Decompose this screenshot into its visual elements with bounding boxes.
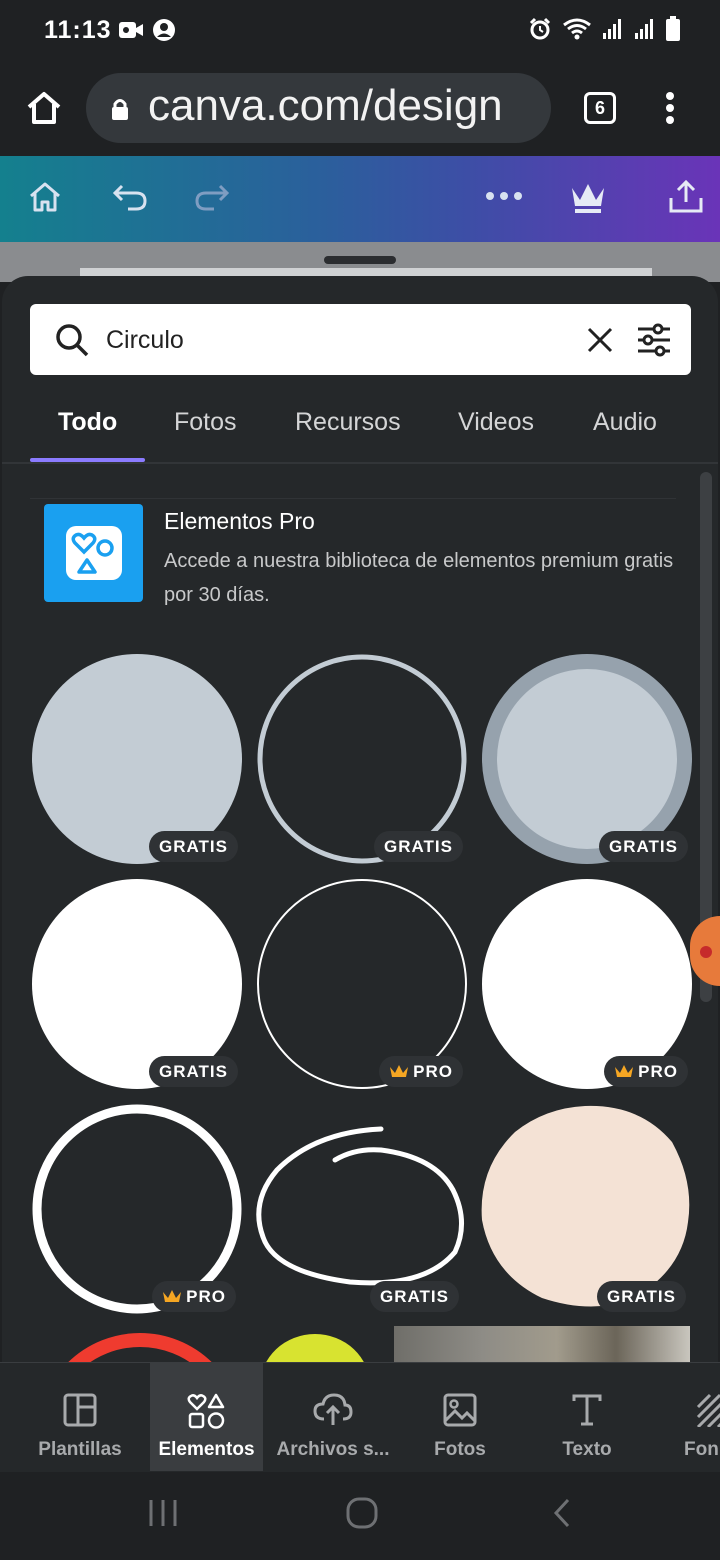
editor-bottom-nav: Plantillas Elementos Archivos s... Fotos…	[0, 1362, 720, 1472]
home-icon	[27, 92, 61, 124]
pro-crown-icon	[390, 1064, 409, 1077]
recent-apps-button[interactable]	[148, 1498, 178, 1533]
element-tile[interactable]: GRATIS	[480, 1102, 694, 1316]
promo-divider	[30, 498, 676, 499]
browser-home-button[interactable]	[22, 86, 66, 130]
video-call-icon	[118, 19, 144, 41]
elements-sheet: Todo Fotos Recursos Videos Audio Element…	[2, 276, 718, 1366]
lock-icon	[112, 99, 128, 120]
system-navigation-bar	[0, 1472, 720, 1560]
free-badge: GRATIS	[149, 831, 238, 862]
nav-fotos[interactable]: Fotos	[396, 1363, 524, 1471]
browser-menu-button[interactable]	[660, 88, 680, 128]
tab-videos[interactable]: Videos	[458, 408, 534, 437]
nav-label: Elementos	[158, 1439, 255, 1460]
free-badge: GRATIS	[597, 1281, 686, 1312]
status-time: 11:13	[44, 16, 112, 44]
element-tile[interactable]: GRATIS	[255, 1102, 469, 1316]
sheet-drag-handle[interactable]	[324, 256, 396, 264]
elements-pro-logo	[44, 504, 143, 602]
nav-elementos[interactable]: Elementos	[150, 1363, 263, 1471]
screen: 11:13 canva.com/design 6 Circulo Todo Fo…	[0, 0, 720, 1560]
url-bar[interactable]: canva.com/design	[86, 73, 551, 143]
canva-home-icon[interactable]	[26, 178, 64, 221]
red-circle-shape	[64, 1333, 216, 1366]
pro-badge: PRO	[604, 1056, 688, 1087]
element-tile[interactable]	[30, 1326, 244, 1366]
share-icon[interactable]	[666, 178, 706, 221]
signal-icon-2	[634, 17, 656, 41]
more-horizontal-icon[interactable]	[484, 186, 524, 211]
tab-todo[interactable]: Todo	[58, 408, 117, 437]
recents-icon	[149, 1500, 177, 1526]
background-icon	[696, 1393, 720, 1427]
free-badge: GRATIS	[599, 831, 688, 862]
pro-badge: PRO	[152, 1281, 236, 1312]
crown-icon[interactable]	[568, 178, 608, 221]
nav-label: Plantillas	[38, 1439, 122, 1460]
back-icon	[553, 1498, 570, 1528]
floating-bubble-dot	[700, 946, 712, 958]
templates-icon	[63, 1393, 97, 1427]
status-right-icons	[528, 16, 680, 42]
more-vertical-icon	[666, 92, 674, 124]
tab-switcher-button[interactable]: 6	[584, 92, 616, 124]
search-input[interactable]	[106, 320, 566, 360]
free-badge: GRATIS	[374, 831, 463, 862]
status-left-icons	[118, 18, 176, 42]
free-badge: GRATIS	[370, 1281, 459, 1312]
search-bar	[30, 304, 691, 375]
free-badge: GRATIS	[149, 1056, 238, 1087]
element-tile[interactable]: GRATIS	[30, 877, 244, 1091]
upload-cloud-icon	[313, 1393, 353, 1425]
elements-icon	[186, 1393, 224, 1429]
text-icon	[572, 1394, 602, 1426]
nav-fondo[interactable]: Fon	[650, 1363, 720, 1471]
undo-icon[interactable]	[110, 178, 150, 221]
tab-recursos[interactable]: Recursos	[295, 408, 401, 437]
promo-description: Accede a nuestra biblioteca de elementos…	[164, 550, 674, 606]
tabs-divider	[2, 462, 718, 464]
back-button[interactable]	[550, 1498, 574, 1533]
photos-icon	[443, 1393, 477, 1427]
nav-label: Texto	[562, 1439, 612, 1460]
signal-icon-1	[602, 17, 624, 41]
nav-label: Archivos s...	[276, 1439, 390, 1460]
nav-label: Fon	[684, 1439, 719, 1460]
element-tile[interactable]: PRO	[30, 1102, 244, 1316]
pro-badge: PRO	[379, 1056, 463, 1087]
redo-icon[interactable]	[192, 178, 232, 221]
clear-search-icon[interactable]	[586, 326, 614, 354]
tab-audio[interactable]: Audio	[593, 408, 657, 437]
browser-toolbar: canva.com/design 6	[0, 62, 720, 156]
nav-plantillas[interactable]: Plantillas	[16, 1363, 144, 1471]
canva-toolbar	[0, 156, 720, 242]
element-tile[interactable]: GRATIS	[255, 652, 469, 866]
search-category-tabs: Todo Fotos Recursos Videos Audio	[30, 392, 718, 462]
nav-texto[interactable]: Texto	[523, 1363, 651, 1471]
filter-icon[interactable]	[636, 322, 672, 358]
pro-crown-icon	[163, 1289, 182, 1302]
wifi-icon	[562, 17, 592, 41]
url-text: canva.com/design	[148, 81, 503, 130]
account-icon	[152, 18, 176, 42]
nav-archivos-subidos[interactable]: Archivos s...	[268, 1363, 398, 1471]
alarm-icon	[528, 17, 552, 41]
tab-fotos[interactable]: Fotos	[174, 408, 237, 437]
element-tile[interactable]: PRO	[255, 877, 469, 1091]
pro-crown-icon	[615, 1064, 634, 1077]
search-icon	[56, 324, 89, 357]
element-tile[interactable]: PRO	[480, 877, 694, 1091]
home-button[interactable]	[345, 1496, 379, 1535]
battery-icon	[666, 16, 680, 42]
elementos-pro-promo[interactable]: Elementos Pro Accede a nuestra bibliotec…	[44, 504, 684, 606]
element-tile[interactable]: GRATIS	[30, 652, 244, 866]
promo-title: Elementos Pro	[164, 508, 315, 534]
nav-label: Fotos	[434, 1439, 486, 1460]
shapes-icon	[71, 532, 114, 574]
status-bar: 11:13	[0, 0, 720, 62]
element-tile[interactable]: GRATIS	[480, 652, 694, 866]
photo-tile[interactable]	[394, 1326, 690, 1366]
home-pill-icon	[346, 1497, 378, 1529]
